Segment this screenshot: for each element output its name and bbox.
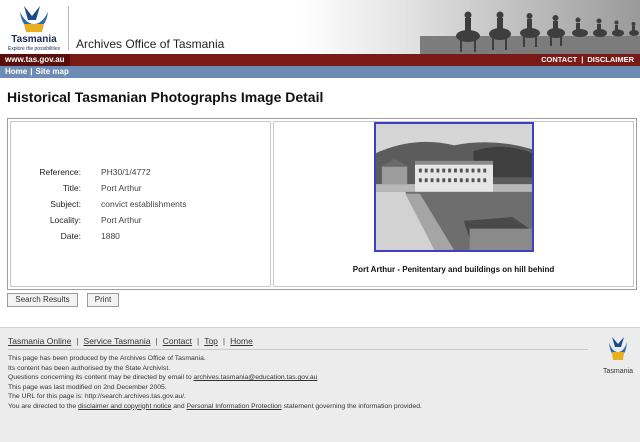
personal-information-protection-link[interactable]: Personal Information Protection [187,403,282,410]
svg-text:Tasmania: Tasmania [11,34,57,45]
field-value: Port Arthur [101,183,142,193]
field-label: Reference: [39,167,81,177]
utility-links: CONTACT | DISCLAIMER [541,54,634,66]
search-results-button[interactable]: Search Results [7,293,78,307]
separator: | [30,67,33,76]
record-info-cell: Reference: PH30/1/4772 Title: Port Arthu… [10,121,271,287]
image-detail-panel: Reference: PH30/1/4772 Title: Port Arthu… [7,118,637,290]
footer-links: Tasmania Online | Service Tasmania | Contact… [8,336,253,346]
mounted-soldiers-banner-image [300,0,640,54]
utility-bar: www.tas.gov.au CONTACT | DISCLAIMER [0,54,640,66]
disclaimer-copyright-link[interactable]: disclaimer and copyright notice [78,403,171,410]
footer-link-tasmania-online[interactable]: Tasmania Online [8,336,71,346]
field-row-reference: Reference: PH30/1/4772 [11,165,271,179]
footer-divider [8,349,588,350]
print-button[interactable]: Print [87,293,119,307]
field-label: Subject: [50,199,81,209]
footer-link-contact[interactable]: Contact [163,336,192,346]
footer-line: This page has been produced by the Archi… [8,355,206,362]
field-label: Date: [60,231,81,241]
field-row-title: Title: Port Arthur [11,181,271,195]
separator: | [76,336,79,346]
field-value: 1880 [101,231,120,241]
footer-link-service-tasmania[interactable]: Service Tasmania [84,336,151,346]
footer-text-segment: statement governing the information prov… [281,402,422,410]
footer-text-segment: Questions concerning its content may be … [8,374,194,381]
field-row-date: Date: 1880 [11,229,271,243]
footer-line: Its content has been authorised by the S… [8,364,171,372]
footer-link-home[interactable]: Home [230,336,253,346]
site-footer: Tasmania Online | Service Tasmania | Contact… [0,327,640,442]
nav-links: Home | Site map [5,66,69,78]
field-row-subject: Subject: convict establishments [11,197,271,211]
footer-line: This page was last modified on 2nd Decem… [8,383,167,391]
field-value: convict establishments [101,199,187,209]
site-map-link[interactable]: Site map [35,67,68,76]
home-link[interactable]: Home [5,67,27,76]
separator: | [155,336,158,346]
footer-text-segment: You are directed to the [8,402,79,410]
tasmania-logo[interactable]: Tasmania Explore the possibilities [2,2,66,52]
footer-logo-label: Tasmania [603,368,633,375]
site-title: Archives Office of Tasmania [76,37,225,51]
logo-divider [68,6,69,50]
separator: | [222,336,226,346]
field-label: Title: [62,183,81,193]
svg-text:Explore the possibilities: Explore the possibilities [8,46,61,52]
separator: | [196,336,200,346]
disclaimer-link[interactable]: DISCLAIMER [587,55,634,64]
field-label: Locality: [49,215,81,225]
footer-line: You are directed to the disclaimer and c… [8,402,422,412]
footer-text-segment: and [171,402,187,410]
page-title: Historical Tasmanian Photographs Image D… [7,89,324,105]
footer-notice: This page has been produced by the Archi… [8,354,422,411]
field-value: PH30/1/4772 [101,167,151,177]
footer-line: The URL for this page is: http://search.… [8,393,186,400]
separator: | [581,55,584,64]
field-row-locality: Locality: Port Arthur [11,213,271,227]
footer-link-top[interactable]: Top [204,336,218,346]
field-value: Port Arthur [101,215,142,225]
archives-email-link[interactable]: archives.tasmania@education.tas.gov.au [194,374,318,381]
footer-line: Questions concerning its content may be … [8,373,422,383]
contact-link[interactable]: CONTACT [541,55,577,64]
navigation-bar: Home | Site map [0,66,640,78]
photo-caption: Port Arthur - Penitentary and buildings … [352,265,555,274]
photo-cell: Port Arthur - Penitentary and buildings … [273,121,634,287]
site-url-link[interactable]: www.tas.gov.au [0,54,70,66]
site-header: Tasmania Explore the possibilities Archi… [0,0,640,54]
port-arthur-photo[interactable] [374,122,534,252]
tasmania-footer-logo[interactable] [602,334,634,366]
